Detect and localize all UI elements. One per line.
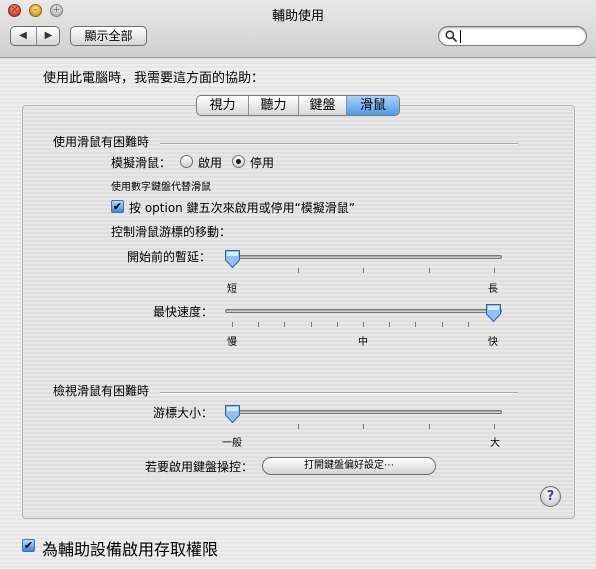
slider-tick [389,322,390,327]
assistive-devices-label[interactable]: 為輔助設備啟用存取權限 [42,536,218,560]
max-speed-slider-track[interactable] [225,309,502,313]
mouse-difficulty-title: 使用滑鼠有困難時 [53,135,150,149]
keyboard-access-label: 若要啟用鍵盤操控： [145,460,254,474]
cursor-control-label: 控制滑鼠游標的移動： [111,225,232,239]
slider-tick [284,322,285,327]
mouse-keys-off-label[interactable]: 停用 [250,154,274,171]
forward-button[interactable]: ▶ [36,27,60,45]
section-divider [160,143,518,145]
slider-tick [429,424,430,429]
tab-keyboard[interactable]: 鍵盤 [299,96,347,115]
slider-tick [298,268,299,273]
mouse-keys-hint: 使用數字鍵盤代替滑鼠 [111,182,211,193]
option-key-toggle-label[interactable]: 按 option 鍵五次來啟用或停用“模擬滑鼠” [129,199,355,216]
max-speed-label: 最快速度： [153,305,214,319]
search-icon [445,30,457,42]
slider-tick [337,322,338,327]
mouse-keys-label: 模擬滑鼠： [111,156,172,170]
slider-tick [311,322,312,327]
slider-tick [429,268,430,273]
cursor-size-slider-thumb[interactable] [224,404,241,424]
mouse-keys-off-radio[interactable] [232,155,245,168]
initial-delay-max-label: 長 [488,284,498,295]
max-speed-min-label: 慢 [227,337,237,348]
mouse-keys-on-label[interactable]: 啟用 [198,154,222,171]
search-input[interactable] [459,28,583,46]
prompt-text: 使用此電腦時，我需要這方面的協助： [43,71,265,86]
initial-delay-label: 開始前的暫延： [127,250,212,264]
option-key-toggle-checkbox[interactable]: ✔ [111,200,124,213]
assistive-devices-checkbox[interactable]: ✔ [22,539,35,552]
initial-delay-min-label: 短 [227,284,237,295]
slider-tick [442,322,443,327]
section-divider [160,392,518,394]
slider-tick [415,322,416,327]
toolbar: × – + 輔助使用 ◀ ▶ 顯示全部 [0,0,596,58]
forward-arrow-icon: ▶ [44,30,53,41]
slider-tick [363,424,364,429]
search-field[interactable] [438,26,587,46]
max-speed-max-label: 快 [488,337,498,348]
slider-tick [494,268,495,273]
back-arrow-icon: ◀ [19,30,27,41]
show-all-button[interactable]: 顯示全部 [70,26,147,46]
help-icon: ? [546,489,555,504]
initial-delay-slider-thumb[interactable] [224,249,241,269]
slider-tick [363,268,364,273]
cursor-size-min-label: 一般 [222,438,242,449]
slider-tick [363,322,364,327]
mouse-keys-on-radio[interactable] [180,155,193,168]
seeing-difficulty-title: 檢視滑鼠有困難時 [53,384,150,398]
tab-hearing[interactable]: 聽力 [249,96,299,115]
open-keyboard-preferences-button[interactable]: 打開鍵盤偏好設定⋯ [262,457,436,475]
initial-delay-slider-track[interactable] [225,255,502,259]
tab-bar: 視力 聽力 鍵盤 滑鼠 [196,95,400,116]
cursor-size-max-label: 大 [490,438,500,449]
help-button[interactable]: ? [540,486,561,507]
cursor-size-slider-track[interactable] [225,410,502,414]
window-title: 輔助使用 [271,9,324,24]
checkmark-icon: ✔ [112,200,123,213]
cursor-size-label: 游標大小： [153,406,214,420]
slider-tick [232,322,233,327]
slider-tick [468,322,469,327]
checkmark-icon: ✔ [23,539,34,552]
max-speed-mid-label: 中 [358,337,368,348]
back-button[interactable]: ◀ [11,27,35,45]
max-speed-slider-thumb[interactable] [485,303,502,323]
slider-tick [494,424,495,429]
tab-mouse[interactable]: 滑鼠 [347,96,399,115]
slider-tick [258,322,259,327]
navigation-buttons: ◀ ▶ [10,26,60,46]
tab-vision[interactable]: 視力 [197,96,249,115]
slider-tick [298,424,299,429]
